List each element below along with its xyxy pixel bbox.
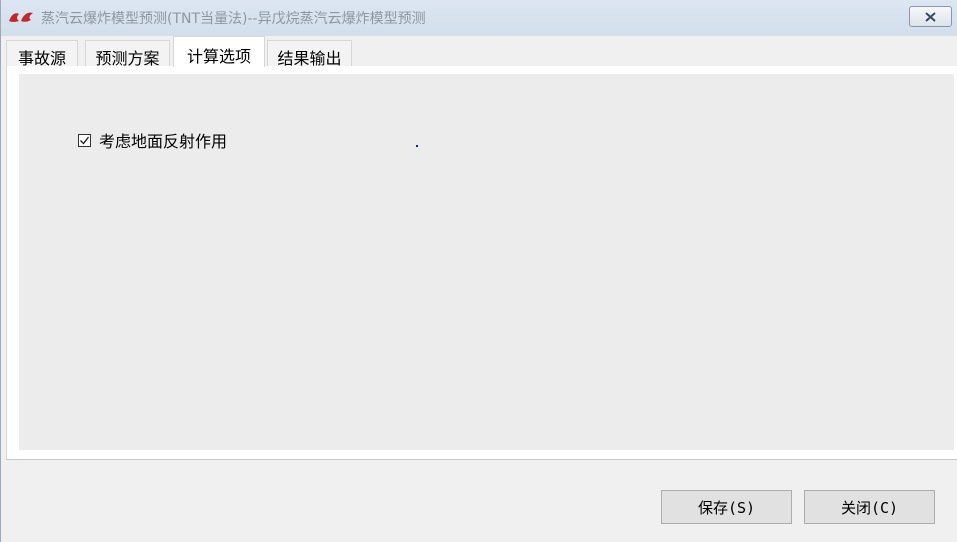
close-window-button[interactable] (909, 6, 952, 27)
tab-calculation-options[interactable]: 计算选项 (173, 36, 265, 67)
close-button[interactable]: 关闭(C) (804, 490, 935, 524)
stray-dot-mark (416, 145, 418, 147)
window-title: 蒸汽云爆炸模型预测(TNT当量法)--异戊烷蒸汽云爆炸模型预测 (41, 11, 426, 27)
ground-reflection-option[interactable]: 考虑地面反射作用 (78, 128, 227, 152)
tab-prediction-plan[interactable]: 预测方案 (85, 40, 170, 68)
ground-reflection-checkbox[interactable] (78, 133, 91, 147)
app-logo-icon (9, 12, 33, 22)
title-bar[interactable]: 蒸汽云爆炸模型预测(TNT当量法)--异戊烷蒸汽云爆炸模型预测 (1, 0, 957, 36)
tab-result-output[interactable]: 结果输出 (267, 40, 352, 68)
close-icon (925, 11, 936, 22)
dialog-window: 蒸汽云爆炸模型预测(TNT当量法)--异戊烷蒸汽云爆炸模型预测 事故源 预测方案… (0, 0, 957, 542)
tab-accident-source[interactable]: 事故源 (6, 40, 78, 68)
save-button[interactable]: 保存(S) (661, 490, 792, 524)
footer-divider (6, 459, 957, 460)
tab-bar: 事故源 预测方案 计算选项 结果输出 (6, 36, 957, 68)
ground-reflection-label: 考虑地面反射作用 (99, 132, 228, 151)
checkmark-icon (80, 136, 90, 145)
